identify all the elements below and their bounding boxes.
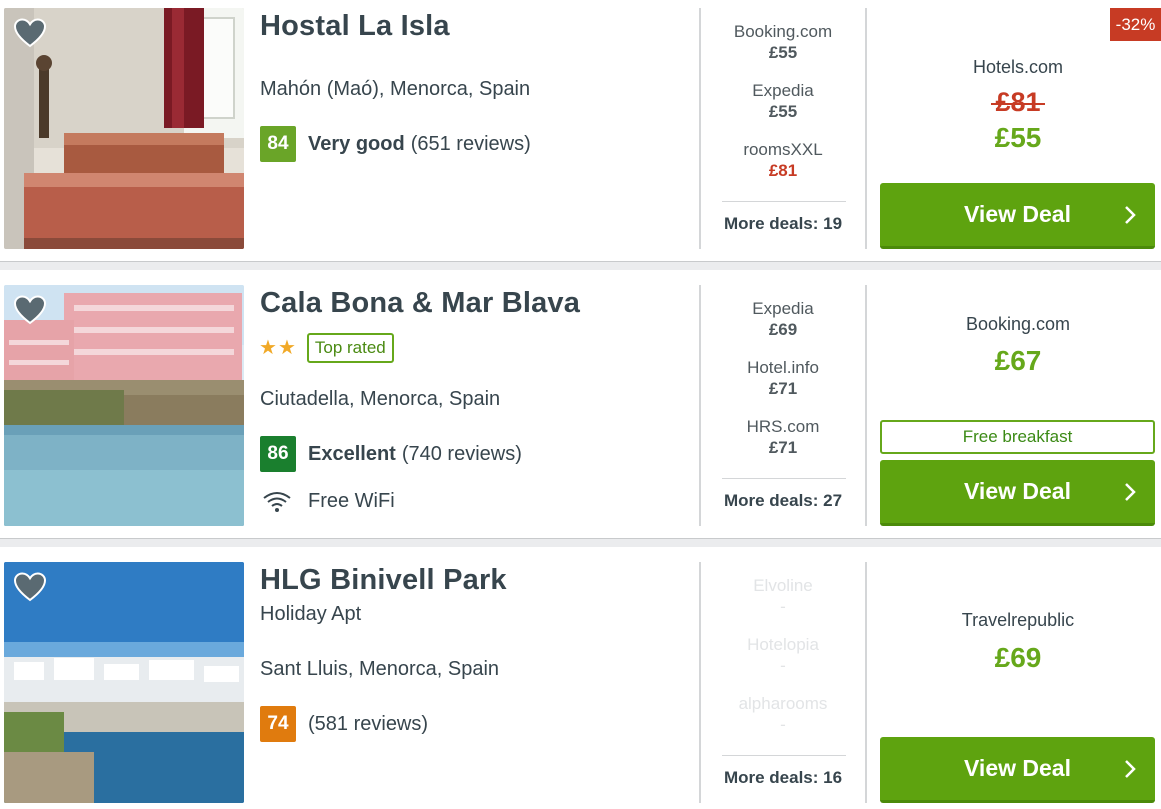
review-count[interactable]: (651 reviews) — [411, 133, 531, 156]
rating-label: Very good — [308, 132, 405, 155]
deal-price: £69 — [768, 320, 798, 339]
free-breakfast-badge: Free breakfast — [880, 420, 1155, 454]
more-deals-link[interactable]: More deals: 27 — [700, 491, 866, 511]
rating-row: 74 (581 reviews) — [260, 706, 428, 742]
view-deal-button[interactable]: View Deal — [880, 183, 1155, 249]
main-deal-panel: Travelrepublic £69 View Deal — [868, 562, 1161, 803]
rating-row: 86 Excellent (740 reviews) — [260, 436, 522, 472]
rating-score-badge: 86 — [260, 436, 296, 472]
rating-score-badge: 74 — [260, 706, 296, 742]
deal-provider: alpharooms — [738, 694, 828, 713]
review-count[interactable]: (581 reviews) — [308, 713, 428, 736]
deal-item[interactable]: roomsXXL £81 — [700, 140, 866, 182]
deal-item[interactable]: Hotel.info £71 — [700, 358, 866, 400]
divider — [865, 285, 867, 526]
heart-icon[interactable] — [14, 572, 46, 602]
other-deals-list: Elvoline - Hotelopia - alpharooms - More… — [700, 562, 866, 803]
main-deal-provider: Travelrepublic — [961, 610, 1075, 630]
deal-item[interactable]: Expedia £69 — [700, 299, 866, 341]
deals-divider — [722, 755, 846, 756]
deal-price: - — [780, 597, 786, 616]
deal-price: - — [780, 715, 786, 734]
main-deal-provider: Hotels.com — [972, 57, 1064, 77]
view-deal-label: View Deal — [964, 755, 1071, 781]
hotel-listing-2: Cala Bona & Mar Blava ★ ★ Top rated Ciut… — [0, 285, 1161, 528]
review-count[interactable]: (740 reviews) — [402, 443, 522, 466]
deal-provider: Hotel.info — [747, 358, 819, 377]
other-deals-list: Expedia £69 Hotel.info £71 HRS.com £71 M… — [700, 285, 866, 526]
chevron-right-icon — [1125, 483, 1136, 501]
more-deals-link[interactable]: More deals: 19 — [700, 214, 866, 234]
deal-price: £81 — [768, 161, 798, 180]
deal-price: £55 — [768, 43, 798, 62]
deal-provider: Elvoline — [753, 576, 813, 595]
property-type: Holiday Apt — [260, 603, 362, 625]
view-deal-label: View Deal — [964, 201, 1071, 227]
chevron-right-icon — [1125, 206, 1136, 224]
hotel-listing-1: Hostal La Isla Mahón (Maó), Menorca, Spa… — [0, 8, 1161, 251]
star-rating: ★ ★ Top rated — [259, 333, 394, 363]
listing-separator — [0, 261, 1161, 270]
rating-score-badge: 84 — [260, 126, 296, 162]
hotel-name[interactable]: Cala Bona & Mar Blava — [260, 287, 580, 320]
deal-provider: Booking.com — [733, 22, 833, 41]
deal-provider: HRS.com — [746, 417, 820, 436]
deal-price: £55 — [768, 102, 798, 121]
deal-item: Hotelopia - — [700, 635, 866, 677]
listing-separator — [0, 538, 1161, 547]
deal-provider: Expedia — [752, 299, 814, 318]
divider — [865, 562, 867, 803]
original-price-value: £81 — [991, 87, 1045, 117]
main-deal-provider: Booking.com — [965, 314, 1071, 334]
heart-icon[interactable] — [14, 295, 46, 325]
deal-price: £71 — [768, 379, 798, 398]
hotel-location: Mahón (Maó), Menorca, Spain — [260, 78, 531, 100]
deal-item: Elvoline - — [700, 576, 866, 618]
chevron-right-icon — [1125, 760, 1136, 778]
hotel-location: Ciutadella, Menorca, Spain — [260, 388, 501, 410]
star-icon: ★ — [277, 337, 296, 359]
main-deal-price: £55 — [994, 122, 1042, 153]
divider — [865, 8, 867, 249]
hotel-name[interactable]: Hostal La Isla — [260, 10, 450, 43]
deal-item: alpharooms - — [700, 694, 866, 736]
rating-row: 84 Very good (651 reviews) — [260, 126, 531, 162]
wifi-icon — [263, 491, 291, 512]
hotel-photo[interactable] — [4, 8, 244, 249]
amenity-label: Free WiFi — [308, 490, 395, 512]
main-deal-price: £69 — [994, 642, 1042, 673]
main-deal-panel: -32% Hotels.com £81 £55 View Deal — [868, 8, 1161, 249]
rating-label: Excellent — [308, 442, 396, 465]
star-icon: ★ — [259, 337, 277, 359]
deal-item[interactable]: Expedia £55 — [700, 81, 866, 123]
deal-price: - — [780, 656, 786, 675]
deal-provider: Hotelopia — [747, 635, 819, 654]
amenity-wifi: Free WiFi — [262, 490, 395, 513]
other-deals-list: Booking.com £55 Expedia £55 roomsXXL £81… — [700, 8, 866, 249]
discount-badge: -32% — [1110, 8, 1161, 41]
top-rated-badge: Top rated — [306, 333, 394, 363]
deal-item[interactable]: HRS.com £71 — [700, 417, 866, 459]
deal-provider: Expedia — [752, 81, 814, 100]
more-deals-link[interactable]: More deals: 16 — [700, 768, 866, 788]
view-deal-button[interactable]: View Deal — [880, 737, 1155, 803]
view-deal-label: View Deal — [964, 478, 1071, 504]
heart-icon[interactable] — [14, 18, 46, 48]
view-deal-button[interactable]: View Deal — [880, 460, 1155, 526]
main-deal-price: £67 — [994, 345, 1042, 376]
hotel-location: Sant Lluis, Menorca, Spain — [260, 658, 500, 680]
deal-provider: roomsXXL — [743, 140, 823, 159]
main-deal-panel: Booking.com £67 Free breakfast View Deal — [868, 285, 1161, 526]
hotel-listing-3: HLG Binivell Park Holiday Apt Sant Lluis… — [0, 562, 1161, 805]
hotel-photo[interactable] — [4, 562, 244, 803]
deals-divider — [722, 478, 846, 479]
deals-divider — [722, 201, 846, 202]
hotel-photo[interactable] — [4, 285, 244, 526]
deal-price: £71 — [768, 438, 798, 457]
hotel-name[interactable]: HLG Binivell Park — [260, 564, 507, 597]
deal-item[interactable]: Booking.com £55 — [700, 22, 866, 64]
original-price: £81 — [868, 87, 1161, 118]
